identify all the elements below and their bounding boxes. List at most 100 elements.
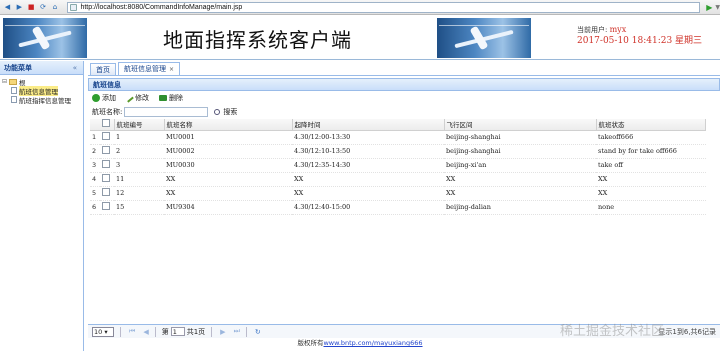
edit-label: 修改: [135, 94, 149, 102]
row-checkbox-cell: [100, 186, 114, 201]
prev-page-icon[interactable]: ◀: [143, 328, 148, 336]
sidebar-item-flight-command[interactable]: 航班指挥信息管理: [2, 95, 83, 105]
expand-icon[interactable]: ⊟: [2, 78, 9, 85]
document-icon: [11, 96, 17, 103]
row-checkbox[interactable]: [102, 174, 110, 182]
collapse-icon[interactable]: «: [73, 64, 77, 72]
page-number-input[interactable]: 1: [170, 327, 185, 336]
user-name: myx: [609, 25, 627, 34]
tab-label: 航班信息管理: [124, 65, 166, 73]
page-icon: [70, 3, 78, 11]
search-label: 航班名称:: [92, 108, 123, 116]
stop-icon[interactable]: ■: [27, 3, 36, 12]
back-icon[interactable]: ◀: [3, 3, 12, 12]
table-row[interactable]: 6 15 MU9304 4.30/12:40-15:00 beijing-dalian n…: [90, 200, 706, 215]
user-info: 当前用户: myx 2017-05-10 18:41:23 星期三: [577, 24, 702, 47]
search-button[interactable]: 搜索: [214, 107, 237, 117]
sidebar-header: 功能菜单 «: [0, 61, 83, 75]
flight-id-cell: 12: [114, 186, 164, 201]
tab-home[interactable]: 首页: [90, 63, 116, 75]
close-icon[interactable]: ×: [169, 66, 174, 73]
row-number: 2: [90, 144, 100, 159]
refresh-icon[interactable]: ⟳: [39, 3, 48, 12]
refresh-page-icon[interactable]: ↻: [255, 328, 261, 336]
delete-button[interactable]: 删除: [159, 93, 183, 103]
flight-route-cell: beijing-dalian: [444, 200, 596, 215]
flight-status-cell: stand by for take off666: [596, 144, 706, 159]
delete-label: 删除: [169, 94, 183, 102]
browser-toolbar: ◀ ▶ ■ ⟳ ⌂ http://localhost:8080/CommandI…: [0, 0, 720, 15]
page-size-select[interactable]: 10 ▾: [92, 326, 114, 337]
table-row[interactable]: 3 3 MU0030 4.30/12:35-14:30 beijing-xi'an tak…: [90, 158, 706, 173]
home-icon[interactable]: ⌂: [51, 3, 60, 12]
page-total: 共1页: [186, 327, 206, 336]
table-header-row: 航班编号 航班名称 起降时间 飞行区间 航班状态: [90, 119, 706, 131]
column-header[interactable]: 航班编号: [114, 119, 165, 131]
search-button-label: 搜索: [223, 108, 238, 116]
edit-button[interactable]: 修改: [125, 93, 149, 103]
next-page-icon[interactable]: ▶: [220, 328, 225, 336]
row-checkbox[interactable]: [102, 160, 110, 168]
tab-bar: 首页 航班信息管理 ×: [88, 61, 720, 76]
last-page-icon[interactable]: ⏭: [234, 327, 240, 336]
table-row[interactable]: 1 1 MU0001 4.30/12:00-13:30 beijing-shanghai…: [90, 130, 706, 145]
folder-icon: [9, 78, 17, 85]
flight-route-cell: beijing-shanghai: [444, 130, 596, 145]
column-header[interactable]: 飞行区间: [444, 119, 597, 131]
row-checkbox[interactable]: [102, 188, 110, 196]
table-row[interactable]: 4 11 XX XX XX XX: [90, 172, 706, 187]
table-row[interactable]: 2 2 MU0002 4.30/12:10-13:50 beijing-shanghai…: [90, 144, 706, 159]
banner-image-left: [3, 18, 87, 58]
column-header[interactable]: 航班名称: [164, 119, 293, 131]
banner-image-right: [437, 18, 531, 58]
rownum-header: [90, 119, 100, 131]
row-checkbox[interactable]: [102, 146, 110, 154]
add-button[interactable]: 添加: [92, 93, 116, 103]
dropdown-icon[interactable]: ▼: [715, 4, 720, 11]
forward-icon[interactable]: ▶: [15, 3, 24, 12]
separator: [211, 326, 213, 337]
flight-name-cell: MU0001: [164, 130, 292, 145]
go-icon[interactable]: ▶: [706, 3, 712, 12]
panel-title: 航班信息: [93, 80, 121, 89]
row-number: 1: [90, 130, 100, 145]
document-icon: [11, 87, 17, 94]
flight-name-cell: XX: [164, 186, 292, 201]
sidebar: 功能菜单 « ⊟ 根 航班信息管理 航班指挥信息管理: [0, 61, 84, 351]
tab-flight-info[interactable]: 航班信息管理 ×: [118, 62, 181, 75]
watermark: 稀土掘金技术社区: [560, 324, 665, 339]
flight-route-cell: XX: [444, 186, 596, 201]
flight-name-cell: MU9304: [164, 200, 292, 215]
flight-time-cell: 4.30/12:35-14:30: [292, 158, 444, 173]
flight-id-cell: 11: [114, 172, 164, 187]
flight-name-cell: MU0002: [164, 144, 292, 159]
flight-time-cell: 4.30/12:10-13:50: [292, 144, 444, 159]
search-input[interactable]: [124, 107, 209, 117]
search-bar: 航班名称: 搜索: [88, 105, 720, 119]
row-checkbox[interactable]: [102, 132, 110, 140]
address-bar[interactable]: http://localhost:8080/CommandInfoManage/…: [67, 1, 701, 13]
address-text[interactable]: http://localhost:8080/CommandInfoManage/…: [80, 4, 242, 11]
first-page-icon[interactable]: ⏮: [129, 327, 135, 336]
column-header[interactable]: 航班状态: [596, 119, 706, 131]
main-content: 首页 航班信息管理 × 航班信息 添加 修改 删除 航班名称: 搜索 航班编号 …: [88, 61, 720, 351]
page-prefix: 第: [161, 327, 169, 336]
flight-time-cell: XX: [292, 172, 444, 187]
page-size-value: 10: [94, 327, 103, 336]
page-title: 地面指挥系统客户端: [163, 28, 352, 52]
flight-status-cell: takeoff666: [596, 130, 706, 145]
datetime: 2017-05-10 18:41:23 星期三: [577, 36, 703, 46]
app-header: 地面指挥系统客户端 当前用户: myx 2017-05-10 18:41:23 …: [0, 16, 720, 60]
footer-text: 版权所有: [297, 339, 324, 347]
column-header[interactable]: 起降时间: [292, 119, 445, 131]
flight-id-cell: 2: [114, 144, 164, 159]
row-number: 4: [90, 172, 100, 187]
select-all-checkbox[interactable]: [102, 119, 110, 128]
table-row[interactable]: 5 12 XX XX XX XX: [90, 186, 706, 201]
row-checkbox[interactable]: [102, 202, 110, 210]
footer-link[interactable]: www.bntp.com/mayuxiang666: [323, 339, 422, 347]
row-number: 3: [90, 158, 100, 173]
add-icon: [92, 94, 100, 102]
record-info: 显示1到6,共6记录: [658, 327, 716, 336]
row-checkbox-cell: [100, 130, 114, 145]
